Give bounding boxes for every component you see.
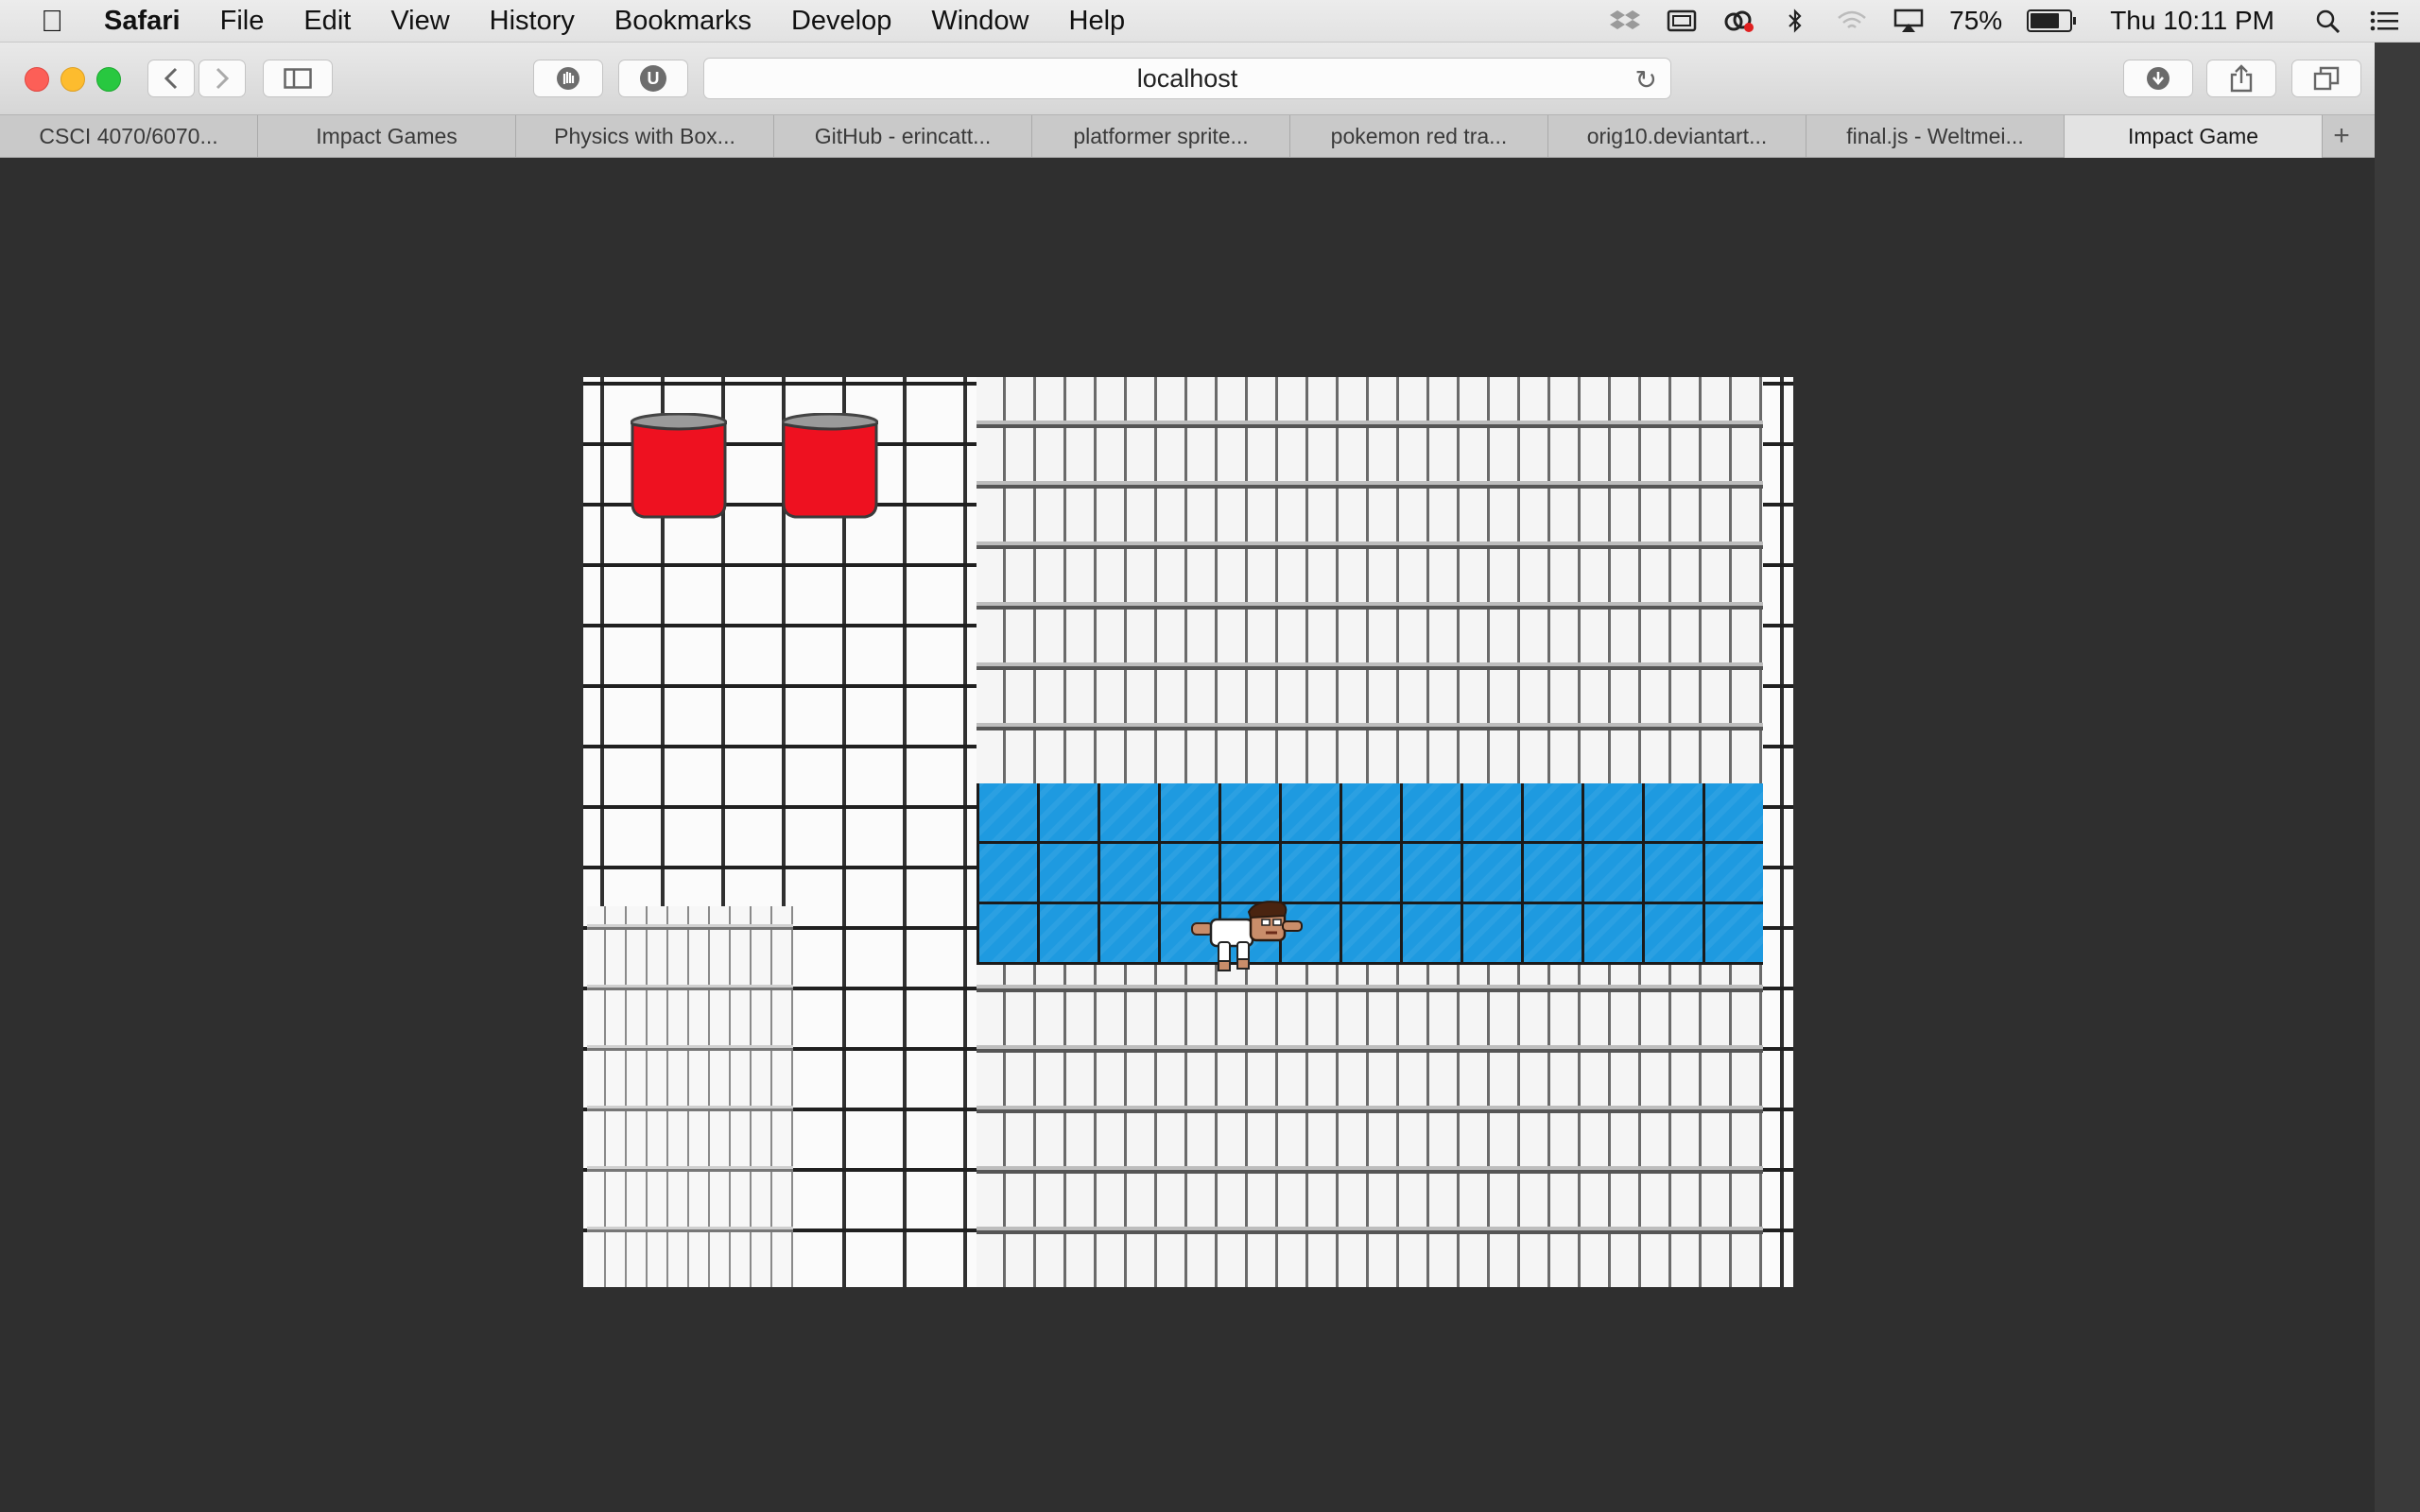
chevron-left-icon bbox=[164, 67, 178, 90]
bluetooth-icon[interactable] bbox=[1779, 9, 1811, 33]
tab-impact-game[interactable]: Impact Game bbox=[2065, 115, 2323, 158]
safari-window: U localhost ↻ CSCI 4070/6070... Impact G… bbox=[0, 43, 2375, 1512]
tab-pokemon-red[interactable]: pokemon red tra... bbox=[1290, 115, 1548, 158]
menubar-clock[interactable]: Thu 10:11 PM bbox=[2110, 6, 2274, 36]
menu-help[interactable]: Help bbox=[1069, 6, 1126, 37]
battery-icon[interactable] bbox=[2027, 9, 2077, 32]
battery-percent: 75% bbox=[1949, 6, 2003, 35]
extension-badge: U bbox=[640, 65, 666, 92]
zoom-window-button[interactable] bbox=[96, 67, 121, 92]
close-window-button[interactable] bbox=[25, 67, 49, 92]
wall-small-bricks-lower bbox=[977, 965, 1763, 1287]
red-bucket bbox=[782, 413, 878, 519]
menu-bar:  Safari File Edit View History Bookmark… bbox=[0, 0, 2420, 43]
download-icon bbox=[2147, 67, 2169, 90]
creative-cloud-icon[interactable] bbox=[1722, 9, 1754, 33]
forward-button[interactable] bbox=[199, 60, 246, 97]
menu-history[interactable]: History bbox=[490, 6, 575, 37]
airplay-icon[interactable] bbox=[1893, 9, 1925, 33]
swimming-player-sprite bbox=[1191, 901, 1303, 971]
address-bar[interactable]: localhost ↻ bbox=[703, 58, 1671, 99]
spotlight-search-icon[interactable] bbox=[2312, 9, 2344, 33]
tab-bar: CSCI 4070/6070... Impact Games Physics w… bbox=[0, 114, 2375, 158]
wifi-icon[interactable] bbox=[1836, 9, 1868, 33]
tab-csci[interactable]: CSCI 4070/6070... bbox=[0, 115, 258, 158]
tabs-overview-icon bbox=[2313, 66, 2340, 91]
tab-final-js[interactable]: final.js - Weltmei... bbox=[1806, 115, 2065, 158]
share-button[interactable] bbox=[2206, 60, 2276, 97]
minimize-window-button[interactable] bbox=[60, 67, 85, 92]
game-canvas[interactable] bbox=[583, 377, 1793, 1287]
display-icon[interactable] bbox=[1666, 9, 1698, 33]
menu-edit[interactable]: Edit bbox=[303, 6, 351, 37]
dropbox-icon[interactable] bbox=[1609, 9, 1641, 33]
apple-menu-icon[interactable]:  bbox=[0, 4, 104, 39]
menu-file[interactable]: File bbox=[220, 6, 265, 37]
url-text: localhost bbox=[1136, 63, 1238, 93]
privacy-extension-button[interactable] bbox=[533, 60, 603, 97]
desktop-background-strip bbox=[2375, 43, 2420, 1512]
menu-develop[interactable]: Develop bbox=[791, 6, 891, 37]
wall-fine-bricks bbox=[587, 906, 793, 1287]
menu-bookmarks[interactable]: Bookmarks bbox=[614, 6, 752, 37]
hand-icon bbox=[557, 67, 579, 90]
red-bucket bbox=[631, 413, 727, 519]
tab-platformer-sprite[interactable]: platformer sprite... bbox=[1032, 115, 1290, 158]
sidebar-icon bbox=[284, 68, 312, 89]
new-tab-button[interactable]: + bbox=[2323, 115, 2360, 157]
menu-view[interactable]: View bbox=[390, 6, 449, 37]
chevron-right-icon bbox=[216, 67, 230, 90]
reload-icon[interactable]: ↻ bbox=[1635, 64, 1657, 95]
share-icon bbox=[2230, 64, 2253, 93]
wall-small-bricks-upper bbox=[977, 377, 1763, 783]
tab-impact-games[interactable]: Impact Games bbox=[258, 115, 516, 158]
wall-right-edge bbox=[1763, 377, 1793, 1287]
water-pool bbox=[977, 783, 1763, 965]
tab-github[interactable]: GitHub - erincatt... bbox=[774, 115, 1032, 158]
menu-window[interactable]: Window bbox=[931, 6, 1028, 37]
ublock-extension-button[interactable]: U bbox=[618, 60, 688, 97]
show-tabs-button[interactable] bbox=[2291, 60, 2361, 97]
tab-deviantart[interactable]: orig10.deviantart... bbox=[1548, 115, 1806, 158]
back-button[interactable] bbox=[147, 60, 195, 97]
browser-toolbar: U localhost ↻ bbox=[0, 43, 2375, 114]
menu-app-safari[interactable]: Safari bbox=[104, 6, 181, 37]
notification-center-icon[interactable] bbox=[2369, 9, 2401, 33]
sidebar-toggle-button[interactable] bbox=[263, 60, 333, 97]
tab-physics-box2d[interactable]: Physics with Box... bbox=[516, 115, 774, 158]
downloads-button[interactable] bbox=[2123, 60, 2193, 97]
